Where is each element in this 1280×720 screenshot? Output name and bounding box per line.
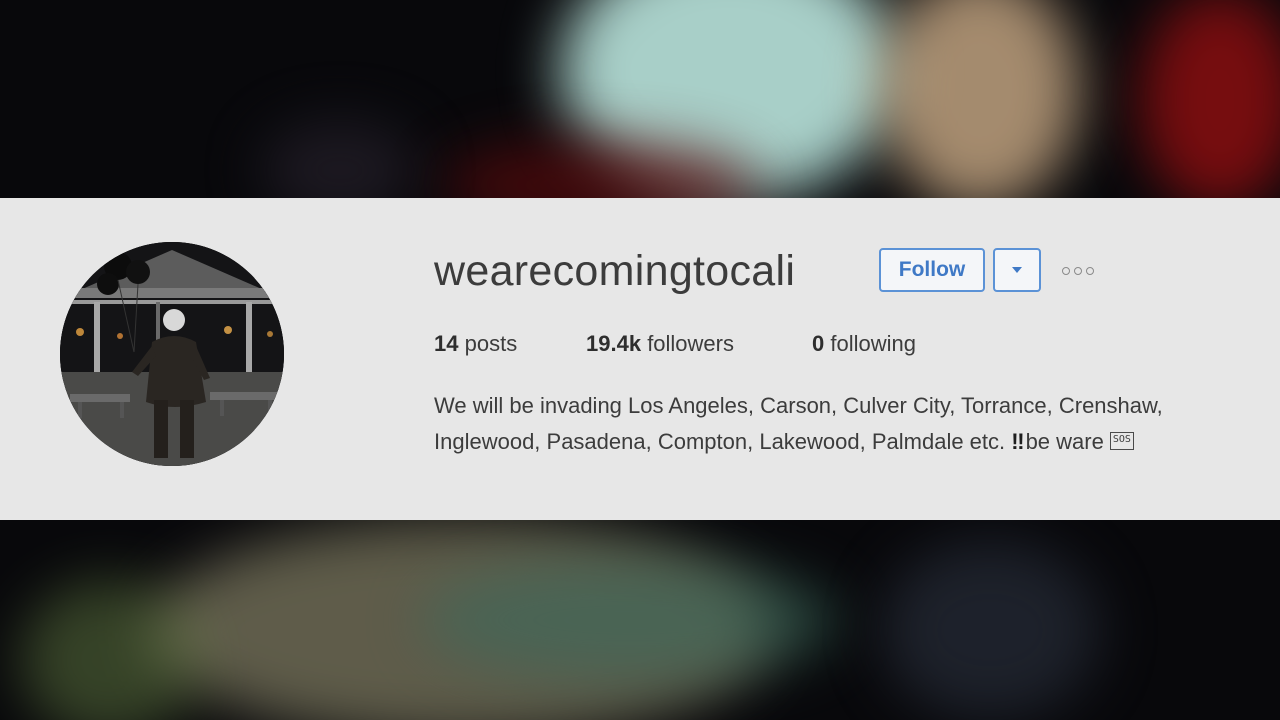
follow-button[interactable]: Follow: [879, 248, 985, 292]
avatar[interactable]: [60, 242, 284, 466]
following-count[interactable]: 0 following: [812, 328, 916, 360]
follow-dropdown-button[interactable]: [993, 248, 1041, 292]
caret-down-icon: [1012, 267, 1022, 273]
posts-count[interactable]: 14 posts: [434, 328, 517, 360]
sos-emoji-icon: SOS: [1109, 432, 1134, 451]
followers-count[interactable]: 19.4k followers: [586, 328, 734, 360]
bio-line-2: Inglewood, Pasadena, Compton, Lakewood, …: [434, 424, 1269, 460]
profile-username: wearecomingtocali: [434, 247, 796, 295]
bio-line-1: We will be invading Los Angeles, Carson,…: [434, 393, 1163, 418]
profile-bio: We will be invading Los Angeles, Carson,…: [434, 388, 1269, 460]
double-exclamation-icon: ‼: [1011, 429, 1026, 454]
more-options-icon[interactable]: [1062, 264, 1102, 278]
avatar-image: [60, 242, 284, 466]
